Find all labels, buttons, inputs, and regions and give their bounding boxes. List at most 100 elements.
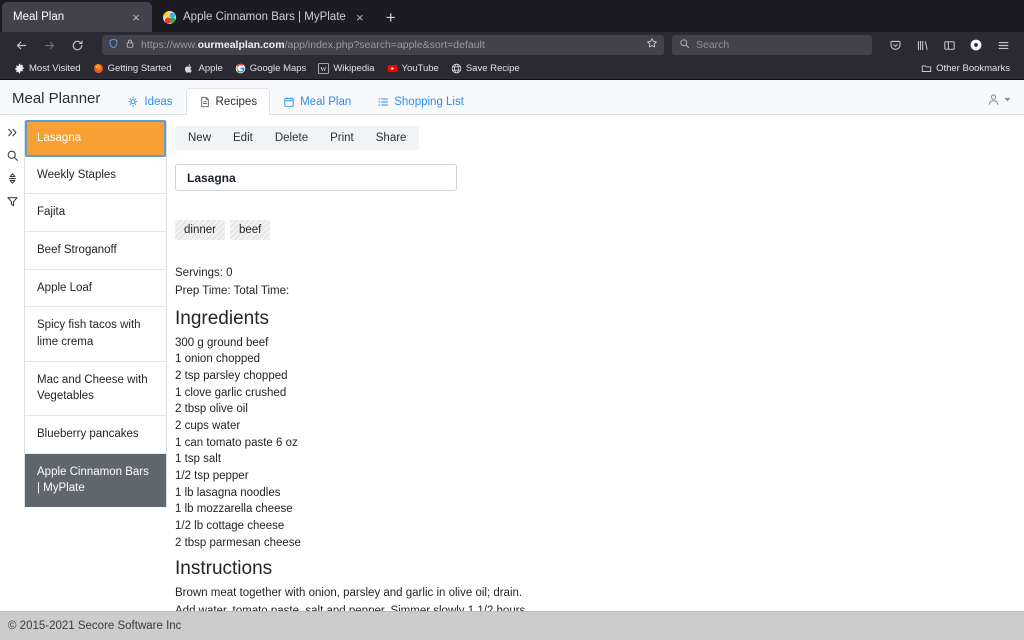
pocket-icon[interactable] (882, 34, 908, 56)
bookmark-label: Wikipedia (333, 63, 375, 74)
bookmark-google-maps[interactable]: Google Maps (229, 60, 313, 78)
user-menu[interactable] (987, 93, 1012, 106)
sort-icon[interactable] (6, 172, 19, 185)
new-button[interactable]: New (177, 129, 222, 147)
address-bar[interactable]: https://www.ourmealplan.com/app/index.ph… (102, 35, 664, 55)
tab-label: Meal Plan (300, 95, 352, 108)
tab-meal-plan[interactable]: Meal Plan (270, 88, 364, 115)
chevron-down-icon (1004, 97, 1011, 102)
close-icon[interactable]: × (129, 11, 143, 24)
delete-button[interactable]: Delete (264, 129, 319, 147)
recipe-list-item[interactable]: Blueberry pancakes (25, 416, 166, 454)
library-icon[interactable] (909, 34, 935, 56)
bookmark-label: Google Maps (249, 63, 307, 74)
new-tab-button[interactable]: + (376, 2, 406, 32)
svg-text:W: W (321, 66, 328, 73)
ingredient-item: 1 onion chopped (175, 353, 261, 366)
close-icon[interactable]: × (353, 11, 367, 24)
bookmark-youtube[interactable]: YouTube (381, 60, 445, 78)
tag-chip[interactable]: beef (229, 220, 271, 240)
recipe-list-item[interactable]: Lasagna (25, 120, 166, 157)
recipe-list-item[interactable]: Beef Stroganoff (25, 232, 166, 270)
ingredient-item: 2 cups water (175, 419, 241, 432)
list-icon (378, 98, 389, 105)
tab-recipes[interactable]: Recipes (185, 88, 271, 115)
recipe-detail: New Edit Delete Print Share Lasagna dinn… (167, 120, 1024, 611)
instruction-line: Brown meat together with onion, parsley … (175, 587, 523, 600)
recipe-list-item[interactable]: Apple Cinnamon Bars | MyPlate (25, 453, 166, 508)
recipe-title-field[interactable]: Lasagna (175, 164, 457, 191)
browser-tab-apple-cinnamon-bars[interactable]: Apple Cinnamon Bars | MyPlate × (152, 2, 376, 32)
tab-label: Recipes (215, 95, 258, 108)
edit-button[interactable]: Edit (222, 129, 264, 147)
folder-icon (921, 65, 932, 72)
bookmark-getting-started[interactable]: Getting Started (87, 60, 178, 78)
main-area: Lasagna Weekly Staples Fajita Beef Strog… (0, 120, 1024, 611)
bookmark-wikipedia[interactable]: W Wikipedia (312, 60, 380, 78)
browser-search-box[interactable]: Search (672, 35, 872, 55)
account-icon[interactable] (963, 34, 989, 56)
ingredient-item: 1/2 lb cottage cheese (175, 520, 285, 533)
recipe-list-item[interactable]: Spicy fish tacos with lime crema (25, 307, 166, 362)
browser-chrome: Meal Plan × Apple Cinnamon Bars | MyPlat… (0, 0, 1024, 80)
wikipedia-icon: W (318, 63, 330, 74)
app-brand: Meal Planner (12, 90, 101, 107)
instructions-text: Brown meat together with onion, parsley … (175, 585, 1024, 611)
share-button[interactable]: Share (365, 129, 418, 147)
recipe-meta: Servings: 0 Prep Time: Total Time: (175, 265, 1024, 301)
recipe-list-item[interactable]: Fajita (25, 194, 166, 233)
tab-strip: Meal Plan × Apple Cinnamon Bars | MyPlat… (0, 0, 1024, 32)
sidebar-icon[interactable] (936, 34, 962, 56)
favicon-icon (163, 10, 176, 24)
back-button[interactable] (8, 34, 34, 56)
recipe-list-item[interactable]: Weekly Staples (25, 157, 166, 195)
tab-ideas[interactable]: Ideas (114, 88, 185, 115)
ingredient-item: 2 tbsp parmesan cheese (175, 536, 301, 549)
tab-label: Ideas (144, 95, 173, 108)
search-icon[interactable] (6, 149, 19, 162)
ingredients-heading: Ingredients (175, 307, 270, 329)
youtube-icon (386, 65, 398, 72)
expand-chevrons-icon[interactable] (6, 126, 19, 139)
ingredient-item: 1 tsp salt (175, 453, 222, 466)
menu-icon[interactable] (990, 34, 1016, 56)
page-footer: © 2015-2021 Secore Software Inc (0, 611, 1024, 640)
bookmark-label: Getting Started (107, 63, 172, 74)
bookmark-most-visited[interactable]: Most Visited (8, 60, 87, 78)
gear-icon (15, 63, 24, 74)
forward-button[interactable] (36, 34, 62, 56)
ingredient-item: 1 clove garlic crushed (175, 386, 287, 399)
reload-button[interactable] (64, 34, 90, 56)
tab-title: Meal Plan (13, 11, 65, 23)
browser-tab-meal-plan[interactable]: Meal Plan × (2, 2, 152, 32)
lock-icon[interactable] (125, 36, 135, 54)
idea-icon (128, 96, 138, 107)
instruction-line: Add water, tomato paste, salt and pepper… (175, 604, 529, 611)
calendar-icon (284, 96, 294, 107)
toolbar-actions (882, 34, 1016, 56)
bookmarks-bar: Most Visited Getting Started Apple Googl… (0, 58, 1024, 80)
bookmark-star-icon[interactable] (646, 36, 658, 54)
filter-icon[interactable] (6, 195, 19, 208)
ingredient-item: 300 g ground beef (175, 336, 269, 349)
tab-shopping-list[interactable]: Shopping List (364, 88, 477, 115)
ingredient-item: 1 can tomato paste 6 oz (175, 436, 298, 449)
other-bookmarks-label: Other Bookmarks (936, 63, 1010, 74)
url-text[interactable]: https://www.ourmealplan.com/app/index.ph… (141, 39, 640, 51)
tab-label: Shopping List (394, 95, 464, 108)
recipe-list-item[interactable]: Apple Loaf (25, 270, 166, 308)
recipe-list: Lasagna Weekly Staples Fajita Beef Strog… (24, 120, 167, 508)
user-icon (988, 94, 999, 105)
tag-chip[interactable]: dinner (175, 220, 225, 240)
bookmark-label: Save Recipe (465, 63, 520, 74)
recipe-list-item[interactable]: Mac and Cheese with Vegetables (25, 362, 166, 417)
print-button[interactable]: Print (319, 129, 365, 147)
ingredient-item: 1 lb mozzarella cheese (175, 503, 293, 516)
bookmark-save-recipe[interactable]: Save Recipe (445, 60, 526, 78)
bookmark-label: Apple (198, 63, 223, 74)
other-bookmarks-folder[interactable]: Other Bookmarks (915, 60, 1016, 78)
shield-icon[interactable] (108, 36, 119, 54)
ingredient-item: 1/2 tsp pepper (175, 470, 249, 482)
bookmark-apple[interactable]: Apple (177, 60, 228, 78)
ingredients-list: 300 g ground beef 1 onion chopped 2 tsp … (175, 335, 1024, 552)
